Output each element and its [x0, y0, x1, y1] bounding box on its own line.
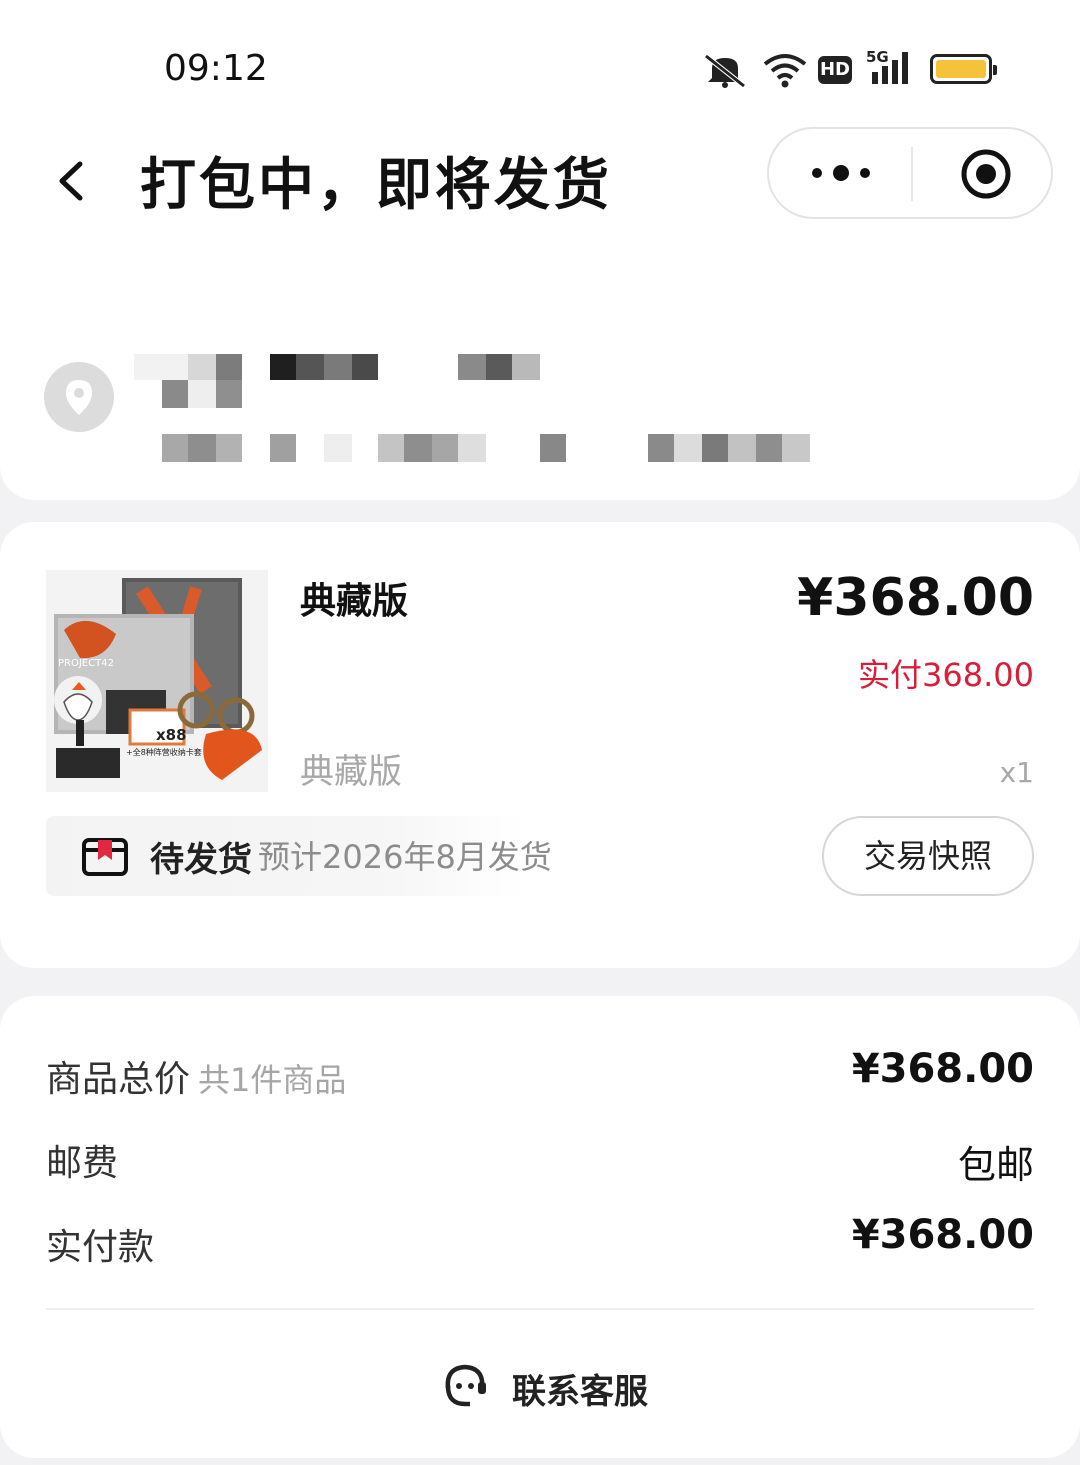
network-label: 5G	[866, 48, 889, 66]
paid-value: ¥368.00	[851, 1212, 1034, 1258]
redacted-name	[134, 354, 242, 408]
goods-total-title: 商品总价	[46, 1059, 191, 1100]
top-area	[0, 0, 1080, 500]
mute-icon	[704, 54, 746, 88]
summary-divider	[46, 1308, 1034, 1310]
thumbnail-badge: x88	[156, 726, 187, 744]
transaction-snapshot-button[interactable]: 交易快照	[822, 816, 1034, 896]
page-title: 打包中，即将发货	[140, 153, 612, 218]
postage-value: 包邮	[957, 1143, 1034, 1187]
battery-icon	[930, 54, 997, 84]
product-paid-amount: 实付368.00	[858, 656, 1034, 694]
product-image: PROJECT42 x88 +全8种阵营收纳卡套	[46, 570, 268, 792]
customer-service-icon	[445, 1364, 486, 1407]
redacted-address	[162, 434, 810, 462]
thumbnail-brand: PROJECT42	[58, 658, 114, 669]
postage-label: 邮费	[46, 1143, 119, 1184]
chevron-left-icon	[59, 161, 83, 201]
hd-icon: HD	[818, 56, 852, 84]
goods-total-value: ¥368.00	[851, 1046, 1034, 1092]
order-summary-card: 商品总价 共1件商品 ¥368.00 邮费 包邮 实付款 ¥368.00 联系客服	[0, 996, 1080, 1458]
product-card: PROJECT42 x88 +全8种阵营收纳卡套 典藏版 ¥368.00 实付3…	[0, 522, 1080, 968]
shipping-eta: 预计2026年8月发货	[258, 838, 552, 876]
target-close-icon	[961, 149, 1011, 199]
product-price: ¥368.00	[797, 568, 1034, 628]
redacted-phone	[270, 354, 540, 380]
product-name[interactable]: 典藏版	[300, 572, 408, 624]
5g-signal-icon: 5G	[866, 48, 918, 88]
shipping-status-bar: 待发货 预计2026年8月发货	[46, 816, 552, 896]
goods-total-label: 商品总价 共1件商品	[46, 1050, 346, 1102]
more-button[interactable]	[769, 129, 911, 217]
product-thumbnail[interactable]: PROJECT42 x88 +全8种阵营收纳卡套	[46, 570, 268, 792]
contact-service-label: 联系客服	[512, 1372, 648, 1412]
package-icon	[82, 838, 128, 876]
status-time: 09:12	[164, 48, 268, 89]
close-button[interactable]	[913, 129, 1053, 217]
back-button[interactable]	[48, 150, 108, 210]
location-pin-icon	[44, 362, 114, 432]
mini-program-capsule	[767, 127, 1053, 219]
shipping-status-label: 待发货	[150, 840, 252, 880]
wifi-icon	[763, 54, 807, 88]
thumbnail-caption: +全8种阵营收纳卡套	[126, 747, 202, 757]
product-quantity: x1	[999, 756, 1034, 789]
paid-label: 实付款	[46, 1227, 155, 1268]
product-spec: 典藏版	[300, 752, 402, 792]
more-dots-icon	[812, 165, 870, 181]
goods-count: 共1件商品	[198, 1061, 347, 1099]
